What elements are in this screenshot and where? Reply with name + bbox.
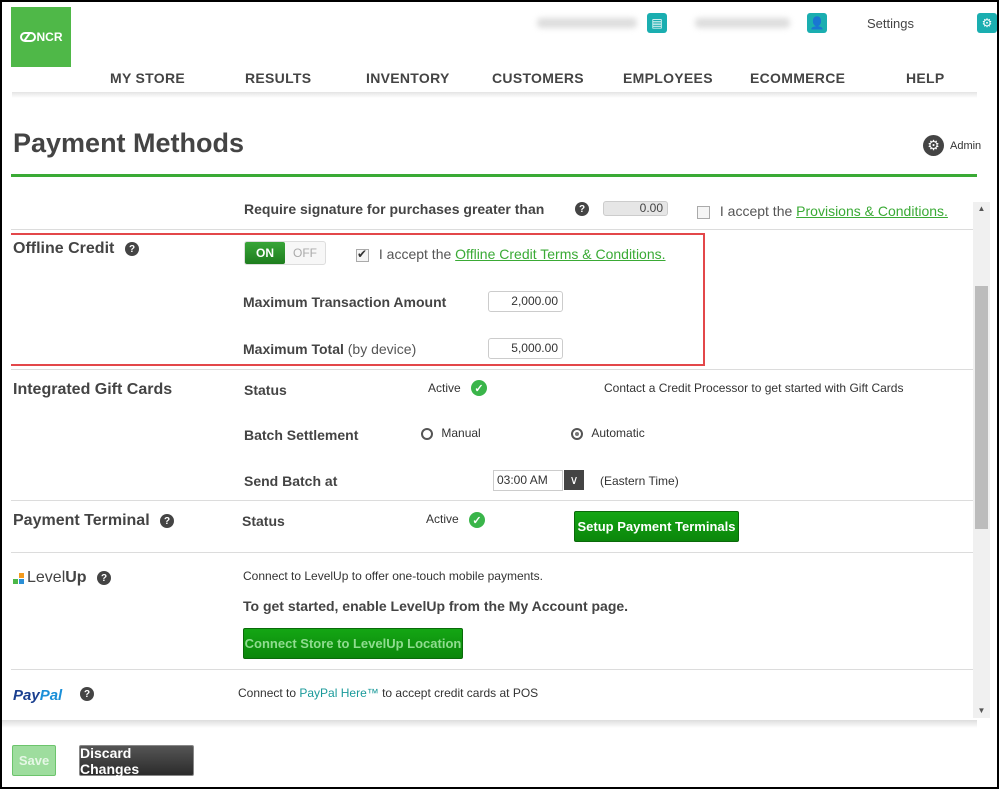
batch-automatic-label: Automatic	[591, 426, 645, 440]
levelup-instruction: To get started, enable LevelUp from the …	[243, 598, 629, 614]
ncr-logo[interactable]: NCR	[11, 7, 71, 67]
paypal-help-icon[interactable]: ?	[80, 687, 94, 701]
payment-terminal-status-value: Active	[426, 512, 459, 526]
payment-terminal-help-icon[interactable]: ?	[160, 514, 174, 528]
nav-inventory[interactable]: INVENTORY	[366, 70, 450, 86]
levelup-description: Connect to LevelUp to offer one-touch mo…	[243, 569, 543, 583]
gift-cards-note: Contact a Credit Processor to get starte…	[604, 381, 904, 395]
signature-help-icon[interactable]: ?	[575, 202, 589, 216]
admin-gear-icon: ⚙	[923, 135, 944, 156]
main-nav: MY STORE RESULTS INVENTORY CUSTOMERS EMP…	[2, 70, 977, 92]
save-button[interactable]: Save	[12, 745, 56, 776]
settings-link[interactable]: Settings	[867, 16, 914, 31]
paypal-logo-pay: Pay	[13, 687, 40, 704]
toggle-off[interactable]: OFF	[285, 242, 325, 264]
offline-credit-help-icon[interactable]: ?	[125, 242, 139, 256]
content-scrollbar[interactable]: ▲ ▼	[973, 202, 990, 718]
scroll-up-icon[interactable]: ▲	[973, 202, 990, 216]
page-title: Payment Methods	[13, 128, 245, 158]
row-divider	[11, 669, 974, 670]
store-name-redacted	[537, 18, 637, 28]
batch-automatic-radio[interactable]	[571, 427, 583, 440]
provisions-link[interactable]: Provisions & Conditions.	[796, 203, 948, 219]
admin-link[interactable]: ⚙ Admin	[923, 135, 981, 156]
levelup-help-icon[interactable]: ?	[97, 571, 111, 585]
admin-label: Admin	[950, 139, 982, 152]
paypal-logo: PayPal	[13, 687, 62, 704]
offline-credit-toggle[interactable]: ON OFF	[244, 241, 326, 265]
scrollbar-thumb[interactable]	[975, 286, 988, 529]
nav-employees[interactable]: EMPLOYEES	[623, 70, 713, 86]
paypal-desc-suffix: to accept credit cards at POS	[378, 686, 539, 700]
max-total-input[interactable]: 5,000.00	[488, 338, 563, 359]
max-transaction-input[interactable]: 2,000.00	[488, 291, 563, 312]
payment-terminal-status-label: Status	[242, 513, 285, 529]
toggle-on[interactable]: ON	[245, 242, 285, 264]
row-divider	[11, 369, 974, 370]
nav-results[interactable]: RESULTS	[245, 70, 311, 86]
row-divider	[11, 552, 974, 553]
nav-help[interactable]: HELP	[906, 70, 945, 86]
gift-cards-title: Integrated Gift Cards	[13, 381, 173, 398]
max-total-label: Maximum Total (by device)	[243, 341, 416, 357]
payment-terminal-title: Payment Terminal	[13, 512, 150, 529]
row-divider	[11, 500, 974, 501]
paypal-description: Connect to PayPal Here™ to accept credit…	[238, 686, 538, 700]
batch-automatic-option[interactable]: Automatic	[571, 426, 645, 440]
max-total-suffix: (by device)	[347, 341, 417, 357]
nav-ecommerce[interactable]: ECOMMERCE	[750, 70, 845, 86]
signature-accept: I accept the Provisions & Conditions.	[697, 203, 948, 219]
time-dropdown-chevron-icon[interactable]: ∨	[564, 470, 584, 490]
timezone-label: (Eastern Time)	[600, 474, 679, 488]
gift-cards-status-label: Status	[244, 382, 287, 398]
levelup-logo-light: Level	[27, 569, 66, 586]
gift-cards-status-value: Active	[428, 381, 461, 395]
connect-levelup-button[interactable]: Connect Store to LevelUp Location	[243, 628, 463, 659]
payment-methods-list: Require signature for purchases greater …	[11, 180, 974, 722]
paypal-logo-pal: Pal	[39, 687, 63, 704]
batch-manual-option[interactable]: Manual	[421, 426, 481, 440]
send-batch-time-input[interactable]: 03:00 AM	[493, 470, 563, 491]
offline-credit-accept: I accept the Offline Credit Terms & Cond…	[356, 246, 666, 262]
signature-amount-input[interactable]: 0.00	[603, 201, 668, 216]
offline-credit-title: Offline Credit	[13, 240, 115, 257]
nav-divider	[12, 92, 977, 98]
send-batch-label: Send Batch at	[244, 473, 338, 489]
batch-manual-radio[interactable]	[421, 427, 433, 440]
max-transaction-label: Maximum Transaction Amount	[243, 294, 447, 310]
logo-text: NCR	[36, 30, 63, 44]
app-window: NCR ▤ 👤 Settings ⚙ MY STORE RESULTS INVE…	[2, 2, 997, 787]
scroll-down-icon[interactable]: ▼	[973, 704, 990, 718]
max-total-label-text: Maximum Total	[243, 341, 344, 357]
discard-changes-button[interactable]: Discard Changes	[79, 745, 194, 777]
signature-accept-checkbox[interactable]	[697, 205, 710, 219]
batch-manual-label: Manual	[441, 426, 481, 440]
paypal-here-link[interactable]: PayPal Here™	[299, 686, 378, 700]
levelup-logo-bold: Up	[65, 569, 87, 586]
user-bar: ▤ 👤 Settings ⚙	[537, 12, 997, 34]
setup-payment-terminals-button[interactable]: Setup Payment Terminals	[574, 511, 739, 542]
user-icon[interactable]: 👤	[807, 13, 827, 33]
offline-credit-accept-text: I accept the	[378, 246, 456, 262]
levelup-logo: Level Up	[13, 569, 87, 587]
nav-my-store[interactable]: MY STORE	[110, 70, 185, 86]
scroll-area-bottom-edge	[2, 720, 977, 728]
signature-accept-text: I accept the	[719, 203, 797, 219]
store-icon[interactable]: ▤	[647, 13, 667, 33]
nav-customers[interactable]: CUSTOMERS	[492, 70, 584, 86]
offline-credit-terms-link[interactable]: Offline Credit Terms & Conditions.	[455, 246, 665, 262]
user-name-redacted	[695, 18, 790, 28]
title-divider	[11, 174, 977, 177]
signature-label: Require signature for purchases greater …	[244, 201, 545, 217]
active-check-icon: ✓	[471, 380, 487, 396]
ncr-logo-mark-icon	[19, 32, 36, 42]
levelup-squares-icon	[13, 572, 24, 584]
settings-gear-icon[interactable]: ⚙	[976, 13, 997, 33]
active-check-icon: ✓	[469, 512, 485, 528]
row-divider	[11, 229, 974, 230]
batch-settlement-label: Batch Settlement	[244, 427, 359, 443]
paypal-desc-prefix: Connect to	[238, 686, 300, 700]
offline-credit-accept-checkbox[interactable]	[356, 247, 369, 262]
